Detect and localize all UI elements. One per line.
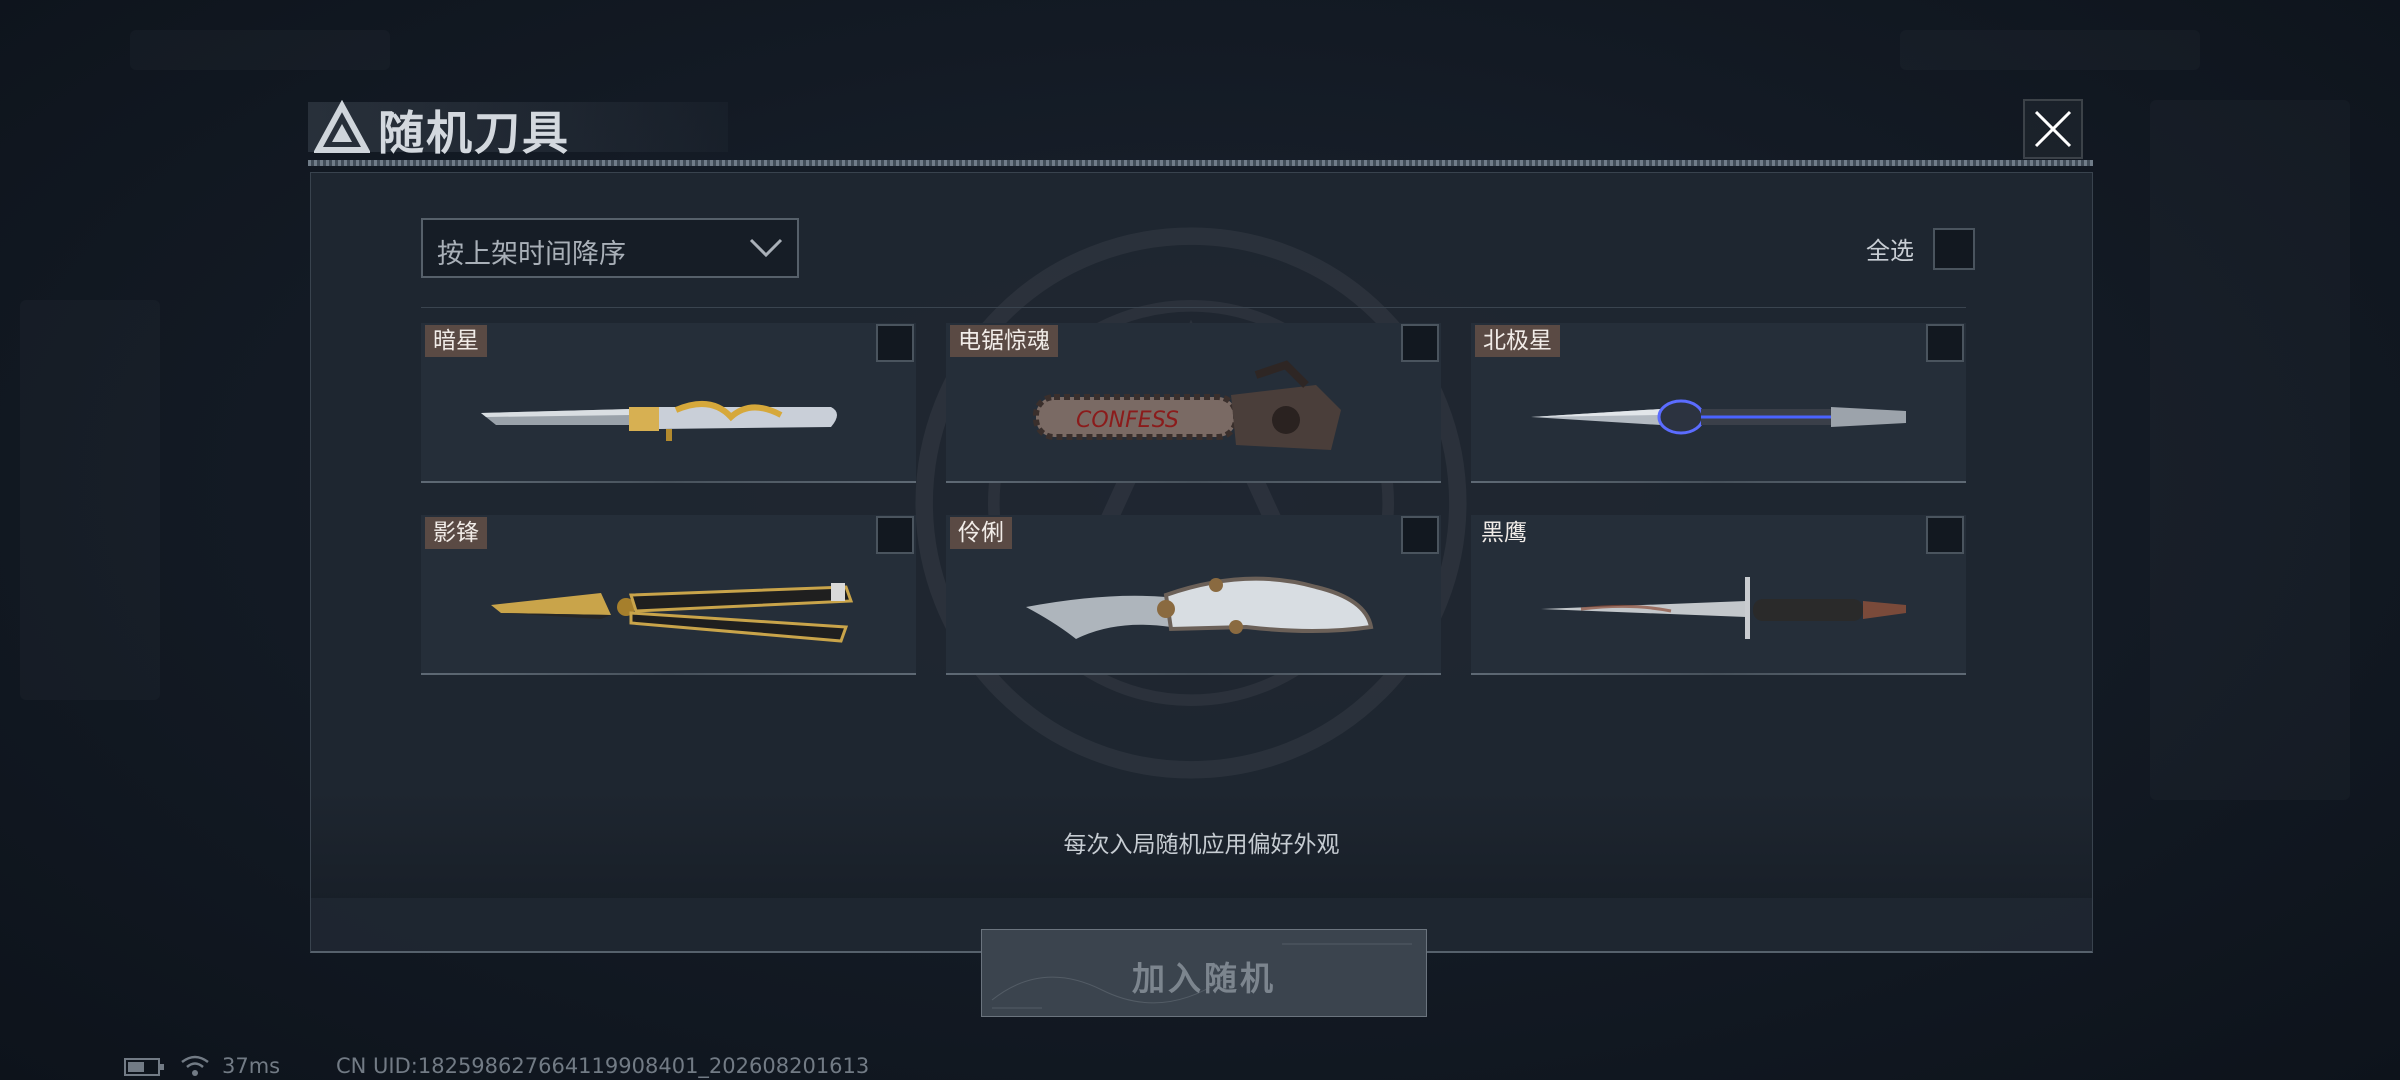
knife-name: 伶俐 [950,517,1012,549]
karambit-knife-icon [1026,576,1374,639]
dialog-title: 随机刀具 [378,106,570,160]
knife-card-chainsaw[interactable]: 电锯惊魂 CONFESS [946,323,1441,483]
knife-checkbox[interactable] [1401,324,1439,362]
hint-text: 每次入局随机应用偏好外观 [1063,832,1340,858]
knife-card-beijixing[interactable]: 北极星 [1471,323,1966,483]
divider [421,307,1966,308]
add-random-button[interactable]: 加入随机 [981,929,1427,1017]
knife-name: 黑鹰 [1481,520,1527,546]
knife-dagger-gold-icon [481,400,837,441]
title-bar: 随机刀具 [308,94,2093,166]
chainsaw-icon: CONFESS [1033,360,1341,450]
knife-card-heiying[interactable]: 黑鹰 [1471,515,1966,675]
select-all-checkbox[interactable] [1933,228,1975,270]
knife-name: 电锯惊魂 [950,325,1058,357]
knife-blue-crystal-icon [1531,399,1906,435]
close-button[interactable] [2023,99,2083,159]
knife-name: 影锋 [425,517,487,549]
close-icon [2034,110,2072,148]
wifi-icon [181,1055,209,1076]
svg-text:CONFESS: CONFESS [1076,408,1179,433]
knife-card-lingli[interactable]: 伶俐 [946,515,1441,675]
uid-text: CN UID:182598627664119908401_20260820161… [336,1054,870,1078]
select-all-label: 全选 [1866,237,1914,265]
knife-checkbox[interactable] [876,516,914,554]
chevron-down-icon [749,238,783,258]
ping-value: 37ms [222,1054,281,1078]
butterfly-knife-icon [491,583,854,643]
game-logo-icon [314,100,370,153]
knife-checkbox[interactable] [1401,516,1439,554]
sort-selected-value: 按上架时间降序 [437,239,626,270]
random-knife-dialog: 随机刀具 按上架时间降序 全选 暗星 电锯惊魂 CONFESS 北极星 影锋 伶… [308,94,2093,1017]
sort-dropdown[interactable]: 按上架时间降序 [421,218,799,278]
knife-card-anxing[interactable]: 暗星 [421,323,916,483]
add-random-label: 加入随机 [1132,959,1276,998]
knife-checkbox[interactable] [876,324,914,362]
knife-name: 北极星 [1475,325,1560,357]
combat-knife-icon [1541,577,1906,639]
knife-grid: 暗星 电锯惊魂 CONFESS 北极星 影锋 伶俐 黑鹰 [421,323,1966,678]
title-underline [308,160,2093,166]
knife-card-yingfeng[interactable]: 影锋 [421,515,916,675]
knife-name: 暗星 [425,325,487,357]
battery-icon [124,1058,164,1076]
knife-checkbox[interactable] [1926,516,1964,554]
knife-checkbox[interactable] [1926,324,1964,362]
dialog-panel: 按上架时间降序 全选 暗星 电锯惊魂 CONFESS 北极星 影锋 伶俐 黑鹰 … [310,172,2093,1017]
